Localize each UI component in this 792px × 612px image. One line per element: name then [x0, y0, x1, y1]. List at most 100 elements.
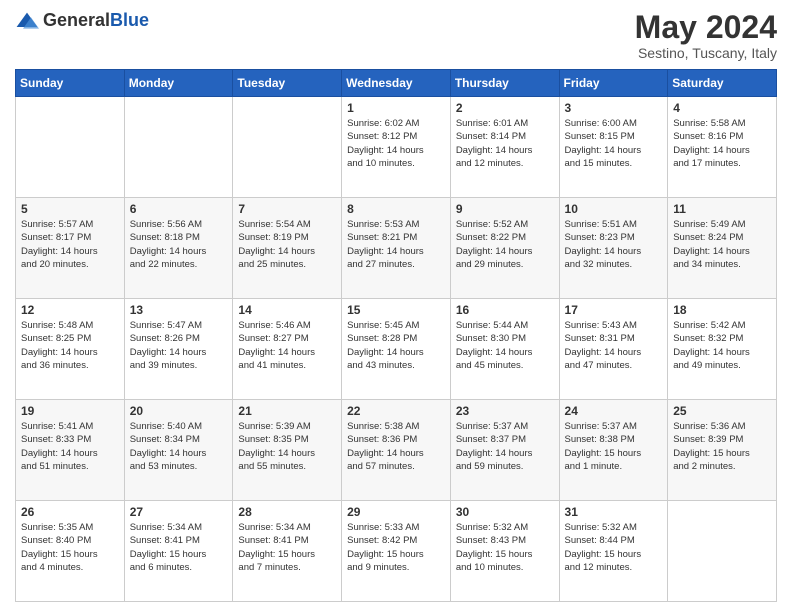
calendar-cell	[16, 97, 125, 198]
day-info: Sunrise: 5:48 AMSunset: 8:25 PMDaylight:…	[21, 319, 119, 372]
sunrise-text: Sunrise: 5:43 AM	[565, 320, 637, 331]
sunset-text: Sunset: 8:27 PM	[238, 333, 308, 344]
calendar-cell: 7Sunrise: 5:54 AMSunset: 8:19 PMDaylight…	[233, 198, 342, 299]
day-number: 21	[238, 404, 336, 418]
daylight-text: Daylight: 14 hours	[347, 145, 424, 156]
sunset-text: Sunset: 8:16 PM	[673, 131, 743, 142]
daylight-text: and 15 minutes.	[565, 158, 633, 169]
day-number: 26	[21, 505, 119, 519]
calendar-cell: 22Sunrise: 5:38 AMSunset: 8:36 PMDayligh…	[342, 400, 451, 501]
calendar-cell: 18Sunrise: 5:42 AMSunset: 8:32 PMDayligh…	[668, 299, 777, 400]
calendar-cell: 5Sunrise: 5:57 AMSunset: 8:17 PMDaylight…	[16, 198, 125, 299]
daylight-text: and 41 minutes.	[238, 360, 306, 371]
daylight-text: Daylight: 14 hours	[456, 347, 533, 358]
daylight-text: and 49 minutes.	[673, 360, 741, 371]
sunrise-text: Sunrise: 5:36 AM	[673, 421, 745, 432]
day-info: Sunrise: 6:00 AMSunset: 8:15 PMDaylight:…	[565, 117, 663, 170]
calendar-cell: 2Sunrise: 6:01 AMSunset: 8:14 PMDaylight…	[450, 97, 559, 198]
sunrise-text: Sunrise: 5:39 AM	[238, 421, 310, 432]
day-number: 17	[565, 303, 663, 317]
daylight-text: and 55 minutes.	[238, 461, 306, 472]
day-number: 19	[21, 404, 119, 418]
calendar-cell: 15Sunrise: 5:45 AMSunset: 8:28 PMDayligh…	[342, 299, 451, 400]
sunset-text: Sunset: 8:15 PM	[565, 131, 635, 142]
daylight-text: Daylight: 14 hours	[130, 246, 207, 257]
sunrise-text: Sunrise: 5:34 AM	[130, 522, 202, 533]
sunrise-text: Sunrise: 5:44 AM	[456, 320, 528, 331]
day-info: Sunrise: 5:42 AMSunset: 8:32 PMDaylight:…	[673, 319, 771, 372]
calendar-cell: 3Sunrise: 6:00 AMSunset: 8:15 PMDaylight…	[559, 97, 668, 198]
page: GeneralBlue May 2024 Sestino, Tuscany, I…	[0, 0, 792, 612]
daylight-text: and 9 minutes.	[347, 562, 409, 573]
daylight-text: Daylight: 14 hours	[347, 347, 424, 358]
day-number: 20	[130, 404, 228, 418]
calendar-cell: 12Sunrise: 5:48 AMSunset: 8:25 PMDayligh…	[16, 299, 125, 400]
daylight-text: and 32 minutes.	[565, 259, 633, 270]
daylight-text: Daylight: 15 hours	[565, 549, 642, 560]
logo: GeneralBlue	[15, 10, 149, 31]
calendar-cell: 4Sunrise: 5:58 AMSunset: 8:16 PMDaylight…	[668, 97, 777, 198]
sunrise-text: Sunrise: 5:56 AM	[130, 219, 202, 230]
sunrise-text: Sunrise: 5:32 AM	[565, 522, 637, 533]
daylight-text: Daylight: 14 hours	[565, 246, 642, 257]
daylight-text: Daylight: 14 hours	[347, 246, 424, 257]
sunset-text: Sunset: 8:31 PM	[565, 333, 635, 344]
sunset-text: Sunset: 8:38 PM	[565, 434, 635, 445]
sunrise-text: Sunrise: 5:57 AM	[21, 219, 93, 230]
daylight-text: and 45 minutes.	[456, 360, 524, 371]
sunset-text: Sunset: 8:33 PM	[21, 434, 91, 445]
week-row-3: 12 Sunrise: 5:48 AM Sunset: 8:25 PM Dayligh…	[16, 299, 777, 400]
day-info: Sunrise: 5:56 AMSunset: 8:18 PMDaylight:…	[130, 218, 228, 271]
sunset-text: Sunset: 8:14 PM	[456, 131, 526, 142]
sunset-text: Sunset: 8:41 PM	[238, 535, 308, 546]
sunrise-text: Sunrise: 5:48 AM	[21, 320, 93, 331]
day-info: Sunrise: 6:01 AMSunset: 8:14 PMDaylight:…	[456, 117, 554, 170]
header-wednesday: Wednesday	[342, 70, 451, 97]
calendar-cell: 13Sunrise: 5:47 AMSunset: 8:26 PMDayligh…	[124, 299, 233, 400]
calendar-cell: 31Sunrise: 5:32 AMSunset: 8:44 PMDayligh…	[559, 501, 668, 602]
day-info: Sunrise: 5:47 AMSunset: 8:26 PMDaylight:…	[130, 319, 228, 372]
day-number: 4	[673, 101, 771, 115]
sunset-text: Sunset: 8:21 PM	[347, 232, 417, 243]
day-number: 10	[565, 202, 663, 216]
day-number: 27	[130, 505, 228, 519]
daylight-text: and 57 minutes.	[347, 461, 415, 472]
sunrise-text: Sunrise: 5:38 AM	[347, 421, 419, 432]
week-row-1: 1Sunrise: 6:02 AMSunset: 8:12 PMDaylight…	[16, 97, 777, 198]
sunset-text: Sunset: 8:24 PM	[673, 232, 743, 243]
sunset-text: Sunset: 8:44 PM	[565, 535, 635, 546]
day-info: Sunrise: 5:40 AMSunset: 8:34 PMDaylight:…	[130, 420, 228, 473]
sunset-text: Sunset: 8:36 PM	[347, 434, 417, 445]
sunset-text: Sunset: 8:25 PM	[21, 333, 91, 344]
sunrise-text: Sunrise: 5:41 AM	[21, 421, 93, 432]
daylight-text: Daylight: 14 hours	[673, 246, 750, 257]
daylight-text: Daylight: 15 hours	[347, 549, 424, 560]
header-monday: Monday	[124, 70, 233, 97]
day-info: Sunrise: 5:53 AM Sunset: 8:21 PM Daylight:…	[347, 218, 445, 271]
day-number: 12	[21, 303, 119, 317]
daylight-text: Daylight: 14 hours	[673, 145, 750, 156]
day-number: 25	[673, 404, 771, 418]
daylight-text: Daylight: 15 hours	[565, 448, 642, 459]
day-info: Sunrise: 5:32 AMSunset: 8:43 PMDaylight:…	[456, 521, 554, 574]
daylight-text: and 17 minutes.	[673, 158, 741, 169]
logo-blue: Blue	[110, 10, 149, 30]
daylight-text: and 12 minutes.	[456, 158, 524, 169]
daylight-text: and 1 minute.	[565, 461, 623, 472]
daylight-text: Daylight: 14 hours	[238, 246, 315, 257]
sunrise-text: Sunrise: 5:42 AM	[673, 320, 745, 331]
day-number: 1	[347, 101, 445, 115]
daylight-text: Daylight: 14 hours	[456, 448, 533, 459]
daylight-text: and 43 minutes.	[347, 360, 415, 371]
calendar-cell: 21Sunrise: 5:39 AMSunset: 8:35 PMDayligh…	[233, 400, 342, 501]
day-info: Sunrise: 5:54 AMSunset: 8:19 PMDaylight:…	[238, 218, 336, 271]
daylight-text: and 36 minutes.	[21, 360, 89, 371]
sunrise-text: Sunrise: 5:53 AM	[347, 219, 419, 230]
daylight-text: and 4 minutes.	[21, 562, 83, 573]
sunrise-text: Sunrise: 5:35 AM	[21, 522, 93, 533]
day-info: Sunrise: 5:44 AMSunset: 8:30 PMDaylight:…	[456, 319, 554, 372]
calendar-cell: 8Sunrise: 5:53 AMSunset: 8:21 PMDaylight…	[342, 198, 451, 299]
calendar-cell: 1Sunrise: 6:02 AMSunset: 8:12 PMDaylight…	[342, 97, 451, 198]
calendar-cell	[233, 97, 342, 198]
day-number: 29	[347, 505, 445, 519]
